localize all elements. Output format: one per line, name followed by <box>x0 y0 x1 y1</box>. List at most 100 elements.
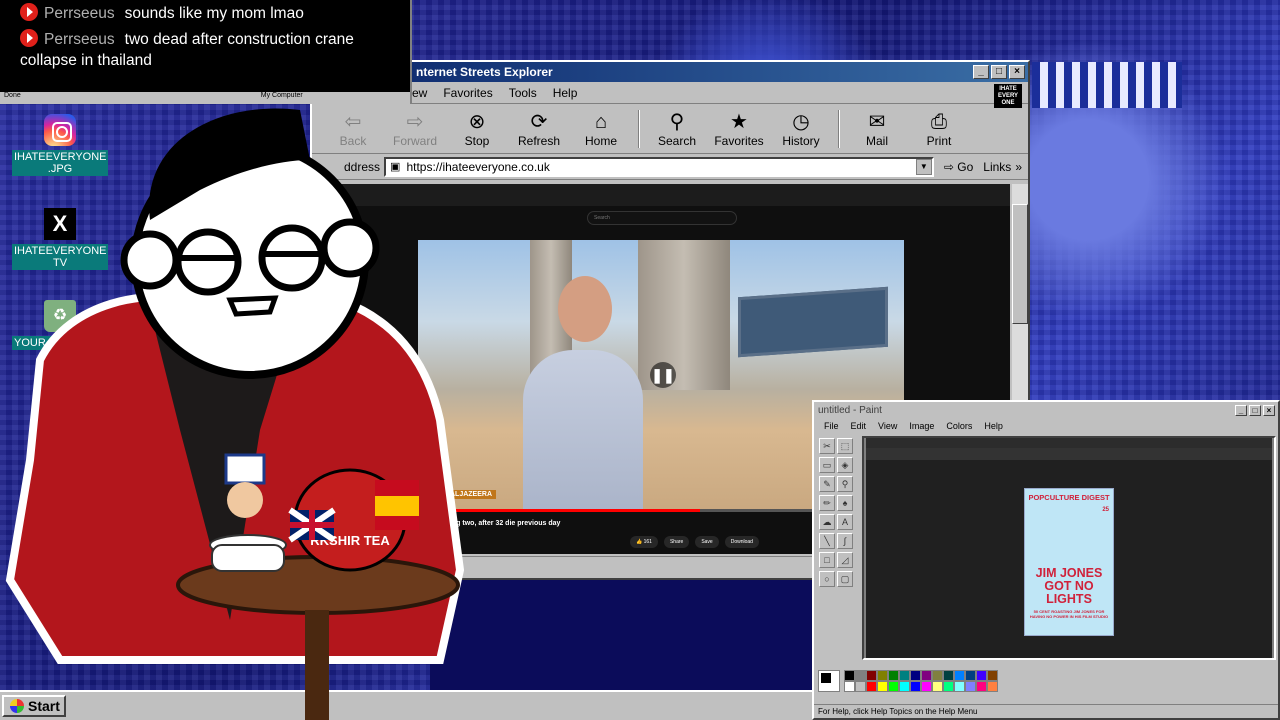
color-swatch[interactable] <box>844 681 855 692</box>
minimize-button[interactable]: _ <box>1235 404 1247 416</box>
color-swatch[interactable] <box>844 670 855 681</box>
color-swatch[interactable] <box>965 670 976 681</box>
menu-file[interactable]: File <box>824 421 839 431</box>
close-button[interactable]: × <box>1263 404 1275 416</box>
color-swatch[interactable] <box>877 670 888 681</box>
color-swatch[interactable] <box>943 681 954 692</box>
youtube-icon <box>20 29 38 47</box>
refresh-button[interactable]: ⟳ Refresh <box>508 110 570 148</box>
select-icon[interactable]: ⬚ <box>837 438 853 454</box>
magazine-masthead: POPCULTURE DIGEST <box>1028 493 1110 502</box>
polygon-icon[interactable]: ◿ <box>837 552 853 568</box>
free-select-icon[interactable]: ✂ <box>819 438 835 454</box>
color-swatch[interactable] <box>943 670 954 681</box>
history-button[interactable]: ◷ History <box>770 110 832 148</box>
button-label: Refresh <box>517 133 561 148</box>
color-swatch[interactable] <box>921 670 932 681</box>
home-icon: ⌂ <box>594 110 608 133</box>
thumbs-up-icon: 👍 <box>636 539 643 545</box>
brand-logo: IHATE EVERY ONE <box>994 84 1022 108</box>
chat-username: Perrseeus <box>44 31 115 48</box>
paint-titlebar[interactable]: untitled - Paint _ □ × <box>814 402 1278 418</box>
brush-icon[interactable]: ♠ <box>837 495 853 511</box>
fill-icon[interactable]: ◈ <box>837 457 853 473</box>
save-button[interactable]: Save <box>695 536 719 548</box>
menu-colors[interactable]: Colors <box>946 421 972 431</box>
color-swatch[interactable] <box>888 670 899 681</box>
pause-icon[interactable]: ❚❚ <box>650 362 676 388</box>
color-swatch[interactable] <box>932 670 943 681</box>
minimize-button[interactable]: _ <box>973 65 989 79</box>
menu-view[interactable]: ew <box>412 86 427 100</box>
color-swatch[interactable] <box>899 670 910 681</box>
menu-favorites[interactable]: Favorites <box>443 86 492 100</box>
browser-titlebar[interactable]: nternet Streets Explorer _ □ × <box>312 62 1028 82</box>
menu-help[interactable]: Help <box>553 86 578 100</box>
youtube-icon <box>20 3 38 21</box>
color-swatch[interactable] <box>855 681 866 692</box>
color-swatch[interactable] <box>976 670 987 681</box>
chevron-down-icon[interactable]: ▼ <box>915 158 932 175</box>
color-swatch[interactable] <box>888 681 899 692</box>
home-button[interactable]: ⌂ Home <box>570 110 632 148</box>
line-icon[interactable]: ╲ <box>819 533 835 549</box>
color-swatch[interactable] <box>866 670 877 681</box>
maximize-button[interactable]: □ <box>1249 404 1261 416</box>
go-button[interactable]: ⇨ Go <box>938 160 979 174</box>
color-swatch[interactable] <box>910 670 921 681</box>
chat-status-bar: Done My Computer <box>0 92 410 104</box>
color-swatch[interactable] <box>921 681 932 692</box>
color-swatch[interactable] <box>855 670 866 681</box>
ellipse-icon[interactable]: ○ <box>819 571 835 587</box>
color-swatch[interactable] <box>932 681 943 692</box>
scrollbar-thumb[interactable] <box>1012 204 1028 324</box>
youtube-search-input[interactable]: Search <box>587 211 737 225</box>
print-button[interactable]: ⎙ Print <box>908 110 970 148</box>
maximize-button[interactable]: □ <box>991 65 1007 79</box>
chevron-right-icon[interactable]: » <box>1015 160 1022 174</box>
color-swatch[interactable] <box>899 681 910 692</box>
pasted-screenshot: POPCULTURE DIGEST 25 JIM JONES GOT NO LI… <box>866 438 1272 658</box>
mail-button[interactable]: ✉ Mail <box>846 110 908 148</box>
color-swatch[interactable] <box>877 681 888 692</box>
search-button[interactable]: ⚲ Search <box>646 110 708 148</box>
rectangle-icon[interactable]: □ <box>819 552 835 568</box>
color-swatch[interactable] <box>976 681 987 692</box>
color-swatch[interactable] <box>987 681 998 692</box>
color-swatch[interactable] <box>866 681 877 692</box>
rounded-rect-icon[interactable]: ▢ <box>837 571 853 587</box>
like-button[interactable]: 👍 161 <box>630 536 658 548</box>
curve-icon[interactable]: ∫ <box>837 533 853 549</box>
menu-tools[interactable]: Tools <box>509 86 537 100</box>
magazine-footer: 50 CENT ROASTING JIM JONES FOR HAVING NO… <box>1029 609 1109 619</box>
color-swatch[interactable] <box>965 681 976 692</box>
menu-edit[interactable]: Edit <box>851 421 867 431</box>
reporter <box>523 350 643 512</box>
character-mouth <box>226 295 279 317</box>
picker-icon[interactable]: ✎ <box>819 476 835 492</box>
menu-help[interactable]: Help <box>984 421 1003 431</box>
paint-status-bar: For Help, click Help Topics on the Help … <box>814 704 1278 718</box>
glitch-artifact <box>1032 62 1182 108</box>
text-icon[interactable]: A <box>837 514 853 530</box>
share-button[interactable]: Share <box>663 536 690 548</box>
color-swatch[interactable] <box>954 670 965 681</box>
color-swatch[interactable] <box>910 681 921 692</box>
download-button[interactable]: Download <box>724 536 759 548</box>
desktop-dark-area <box>430 580 812 690</box>
paint-canvas[interactable]: POPCULTURE DIGEST 25 JIM JONES GOT NO LI… <box>862 436 1276 660</box>
magnifier-icon[interactable]: ⚲ <box>837 476 853 492</box>
eraser-icon[interactable]: ▭ <box>819 457 835 473</box>
color-swatch[interactable] <box>987 670 998 681</box>
pencil-icon[interactable]: ✏ <box>819 495 835 511</box>
menu-view[interactable]: View <box>878 421 897 431</box>
airbrush-icon[interactable]: ☁ <box>819 514 835 530</box>
magazine-issue: 25 <box>1102 507 1109 513</box>
menu-image[interactable]: Image <box>909 421 934 431</box>
close-button[interactable]: × <box>1009 65 1025 79</box>
color-swatch[interactable] <box>954 681 965 692</box>
links-button[interactable]: Links <box>983 160 1011 174</box>
button-label: Mail <box>865 133 888 148</box>
favorites-button[interactable]: ★ Favorites <box>708 110 770 148</box>
paint-menu-bar: File Edit View Image Colors Help <box>814 418 1278 434</box>
